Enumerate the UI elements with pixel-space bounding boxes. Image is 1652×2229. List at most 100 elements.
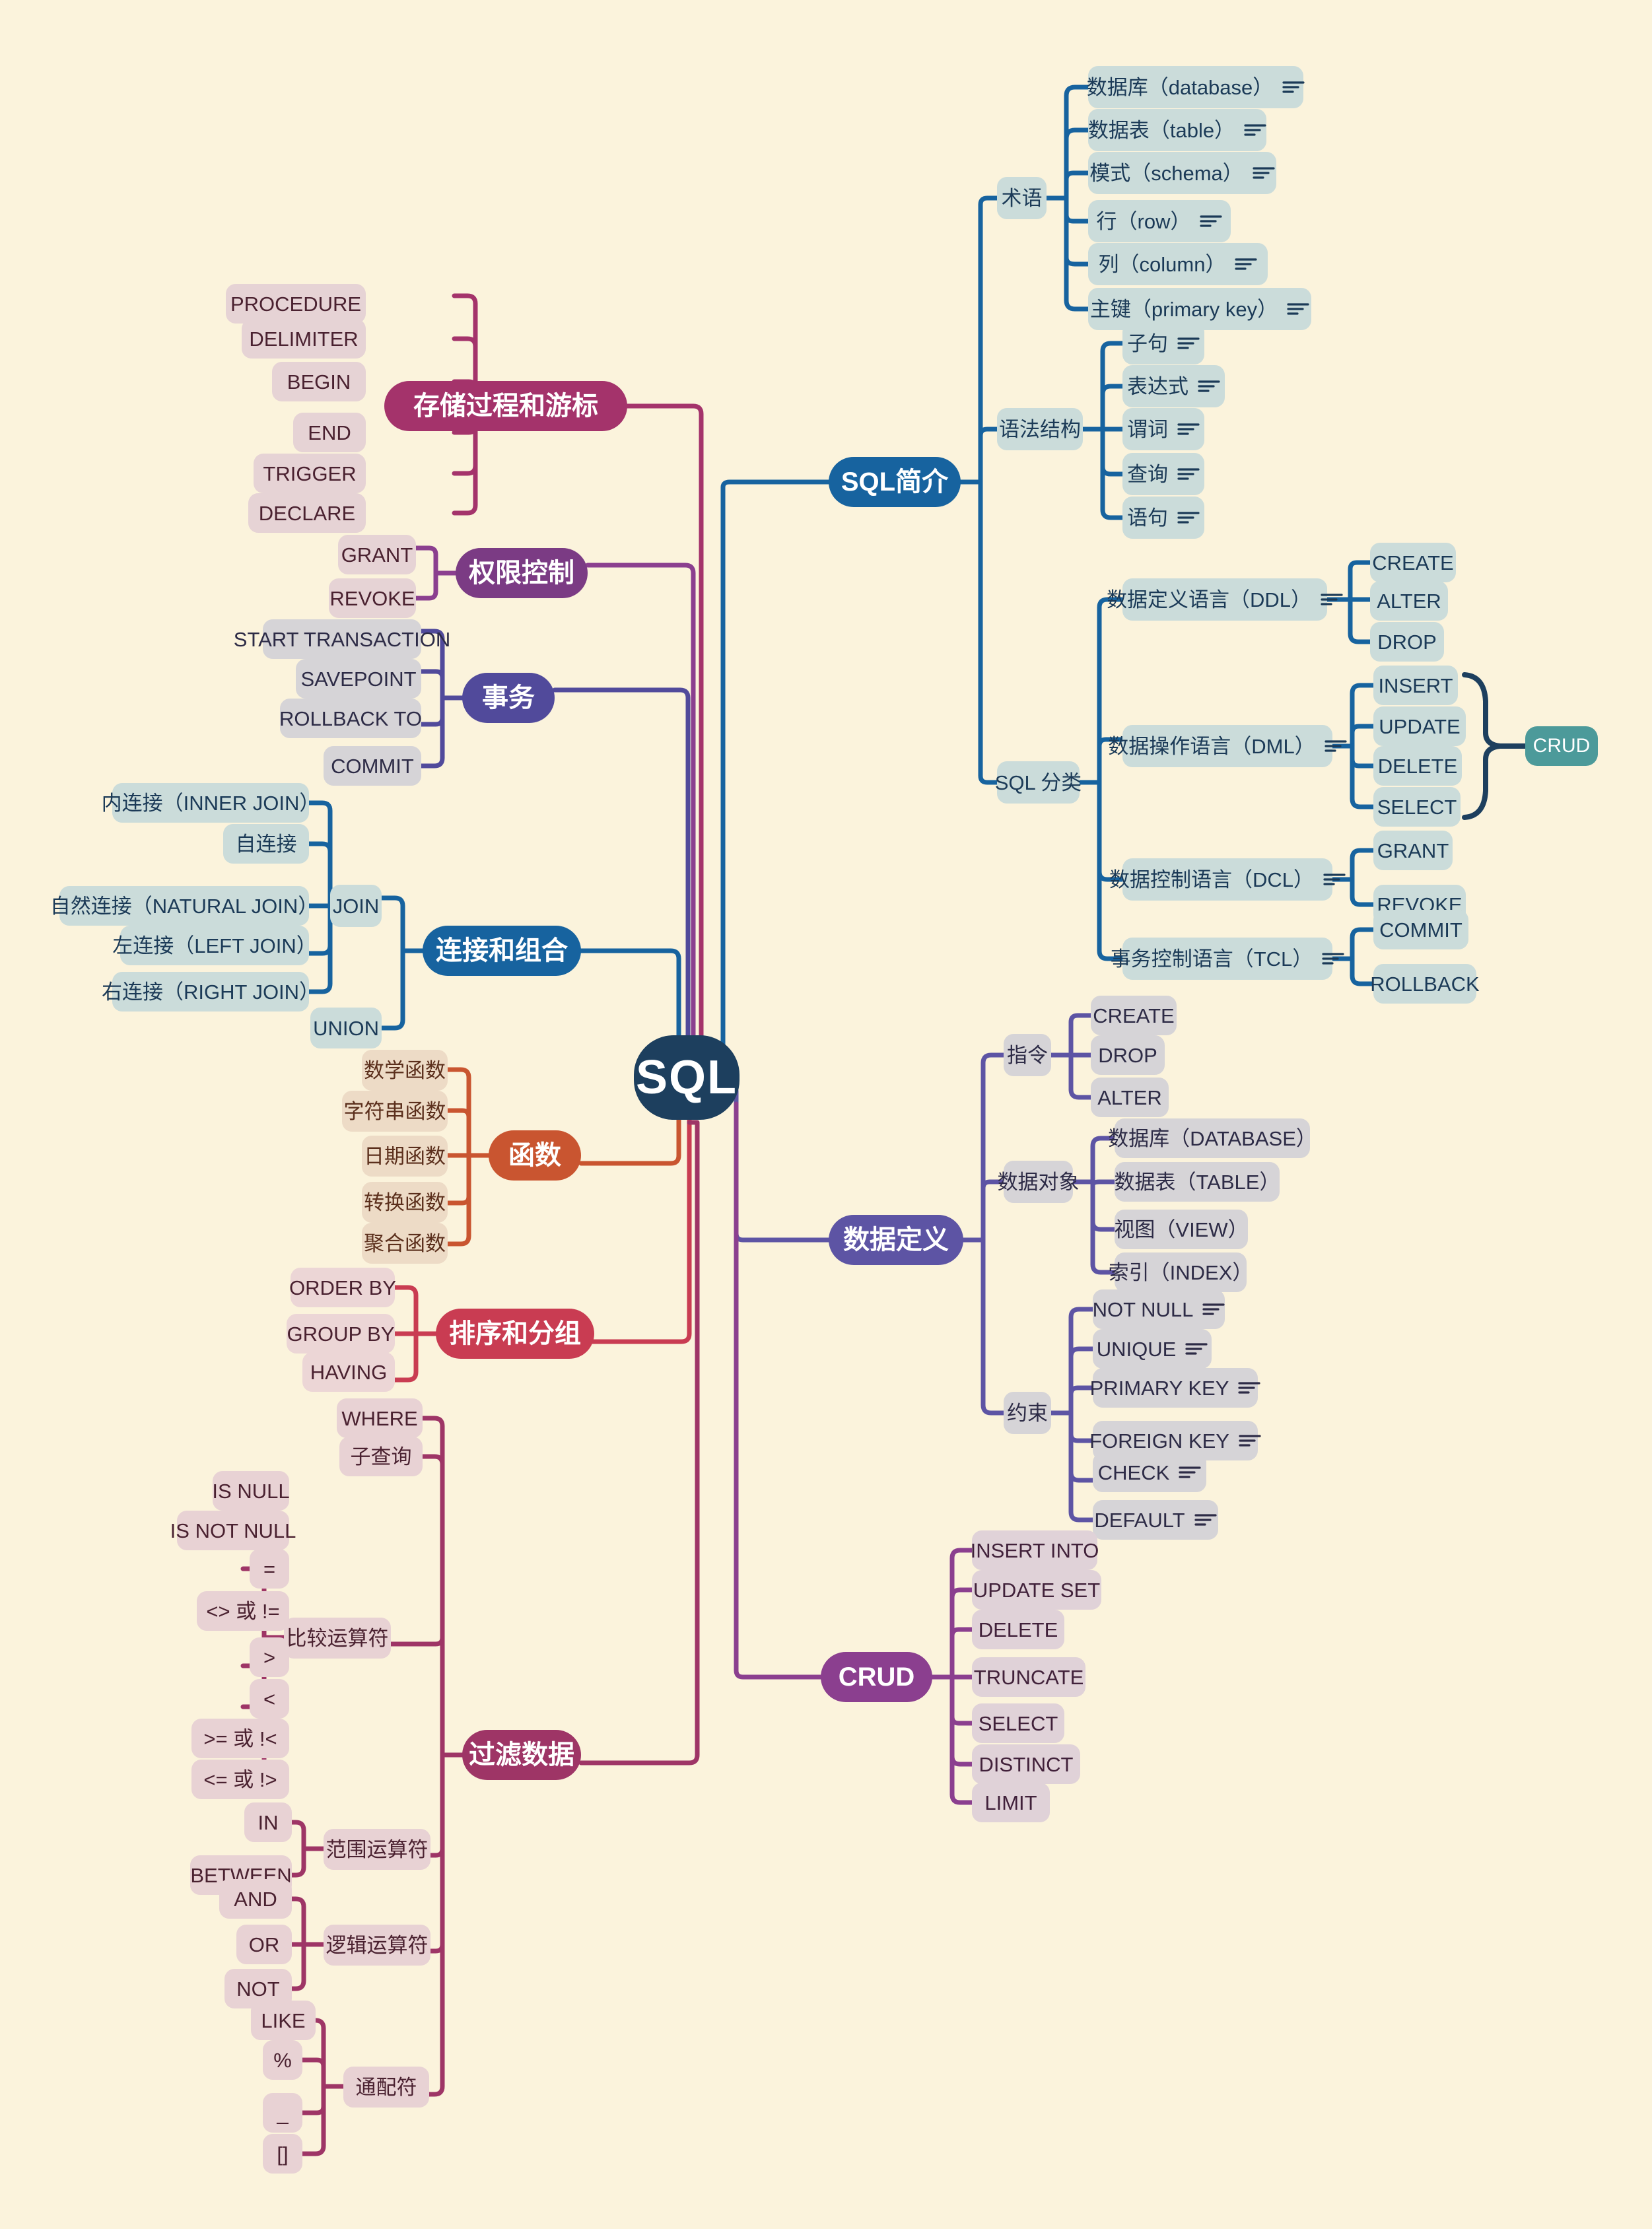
leaf-greater-equals[interactable]: >= 或 !< bbox=[191, 1719, 289, 1758]
leaf-convert-functions[interactable]: 转换函数 bbox=[362, 1182, 448, 1223]
leaf-ddl-create[interactable]: CREATE bbox=[1370, 543, 1456, 582]
leaf-end[interactable]: END bbox=[293, 413, 366, 452]
leaf-check[interactable]: CHECK bbox=[1093, 1453, 1206, 1492]
leaf-ddl-alter[interactable]: ALTER bbox=[1370, 581, 1448, 621]
leaf-less-equals[interactable]: <= 或 !> bbox=[191, 1760, 289, 1799]
branch-stored-procedure[interactable]: 存储过程和游标 bbox=[384, 381, 627, 431]
leaf-ddl-drop[interactable]: DROP bbox=[1370, 622, 1444, 662]
leaf-greater-than[interactable]: > bbox=[250, 1637, 289, 1677]
leaf-is-null[interactable]: IS NULL bbox=[212, 1471, 290, 1511]
leaf-string-functions[interactable]: 字符串函数 bbox=[342, 1091, 448, 1132]
leaf-less-than[interactable]: < bbox=[250, 1679, 289, 1719]
leaf-declare[interactable]: DECLARE bbox=[248, 493, 366, 533]
leaf-is-not-null[interactable]: IS NOT NULL bbox=[170, 1511, 296, 1550]
leaf-begin[interactable]: BEGIN bbox=[272, 362, 366, 401]
leaf-distinct[interactable]: DISTINCT bbox=[972, 1744, 1080, 1784]
node-comparison-operators[interactable]: 比较运算符 bbox=[284, 1618, 391, 1659]
leaf-grant[interactable]: GRANT bbox=[338, 535, 416, 574]
leaf-expression[interactable]: 表达式 bbox=[1122, 365, 1225, 407]
leaf-equals[interactable]: = bbox=[250, 1549, 289, 1589]
branch-join-union[interactable]: 连接和组合 bbox=[423, 926, 581, 976]
node-union[interactable]: UNION bbox=[310, 1008, 382, 1048]
node-data-objects[interactable]: 数据对象 bbox=[998, 1161, 1080, 1203]
leaf-order-by[interactable]: ORDER BY bbox=[289, 1268, 396, 1307]
leaf-obj-database[interactable]: 数据库（DATABASE） bbox=[1108, 1118, 1317, 1158]
badge-crud[interactable]: CRUD bbox=[1525, 726, 1598, 766]
leaf-not-equals[interactable]: <> 或 != bbox=[197, 1591, 289, 1631]
leaf-percent[interactable]: % bbox=[263, 2040, 302, 2080]
leaf-having[interactable]: HAVING bbox=[302, 1352, 395, 1392]
node-ddl[interactable]: 数据定义语言（DDL） bbox=[1107, 578, 1343, 621]
leaf-cmd-create[interactable]: CREATE bbox=[1091, 996, 1177, 1035]
leaf-trigger[interactable]: TRIGGER bbox=[254, 454, 366, 493]
node-sql-categories[interactable]: SQL 分类 bbox=[995, 761, 1082, 804]
leaf-underscore[interactable]: _ bbox=[263, 2093, 302, 2133]
leaf-natural-join[interactable]: 自然连接（NATURAL JOIN） bbox=[50, 886, 318, 926]
leaf-schema[interactable]: 模式（schema） bbox=[1088, 152, 1276, 194]
leaf-dcl-grant[interactable]: GRANT bbox=[1373, 831, 1453, 870]
leaf-unique[interactable]: UNIQUE bbox=[1093, 1329, 1212, 1369]
leaf-limit[interactable]: LIMIT bbox=[972, 1783, 1050, 1822]
node-dcl[interactable]: 数据控制语言（DCL） bbox=[1109, 858, 1346, 901]
leaf-revoke[interactable]: REVOKE bbox=[329, 578, 416, 618]
branch-order-group[interactable]: 排序和分组 bbox=[436, 1309, 594, 1359]
leaf-obj-view[interactable]: 视图（VIEW） bbox=[1114, 1210, 1249, 1249]
leaf-date-functions[interactable]: 日期函数 bbox=[362, 1136, 448, 1177]
leaf-group-by[interactable]: GROUP BY bbox=[287, 1314, 395, 1354]
node-wildcards[interactable]: 通配符 bbox=[343, 2067, 429, 2108]
leaf-clause[interactable]: 子句 bbox=[1122, 322, 1204, 364]
leaf-insert-into[interactable]: INSERT INTO bbox=[971, 1530, 1099, 1570]
node-terminology[interactable]: 术语 bbox=[997, 177, 1047, 219]
leaf-left-join[interactable]: 左连接（LEFT JOIN） bbox=[112, 926, 317, 965]
leaf-dml-delete[interactable]: DELETE bbox=[1373, 746, 1462, 786]
leaf-table[interactable]: 数据表（table） bbox=[1088, 109, 1266, 151]
leaf-database[interactable]: 数据库（database） bbox=[1087, 66, 1305, 108]
leaf-self-join[interactable]: 自连接 bbox=[223, 824, 309, 864]
leaf-in[interactable]: IN bbox=[244, 1802, 292, 1842]
branch-sql-intro[interactable]: SQL简介 bbox=[829, 457, 961, 507]
root-node-sql[interactable]: SQL bbox=[634, 1035, 740, 1120]
node-commands[interactable]: 指令 bbox=[1004, 1034, 1051, 1076]
leaf-cmd-alter[interactable]: ALTER bbox=[1091, 1078, 1169, 1117]
leaf-procedure[interactable]: PROCEDURE bbox=[226, 284, 366, 324]
leaf-dml-select[interactable]: SELECT bbox=[1373, 787, 1461, 827]
leaf-tcl-commit[interactable]: COMMIT bbox=[1373, 910, 1468, 949]
leaf-column[interactable]: 列（column） bbox=[1088, 243, 1268, 285]
leaf-where[interactable]: WHERE bbox=[337, 1398, 423, 1438]
leaf-commit[interactable]: COMMIT bbox=[324, 746, 421, 786]
leaf-update-set[interactable]: UPDATE SET bbox=[972, 1570, 1101, 1610]
leaf-dml-insert[interactable]: INSERT bbox=[1373, 666, 1458, 705]
leaf-predicate[interactable]: 谓词 bbox=[1122, 408, 1204, 450]
branch-transaction[interactable]: 事务 bbox=[462, 673, 555, 723]
leaf-query[interactable]: 查询 bbox=[1122, 453, 1204, 495]
leaf-math-functions[interactable]: 数学函数 bbox=[362, 1050, 448, 1091]
leaf-primary-key-constraint[interactable]: PRIMARY KEY bbox=[1090, 1368, 1260, 1408]
leaf-savepoint[interactable]: SAVEPOINT bbox=[296, 659, 421, 699]
branch-functions[interactable]: 函数 bbox=[489, 1130, 581, 1181]
leaf-default[interactable]: DEFAULT bbox=[1093, 1500, 1218, 1540]
leaf-not-null[interactable]: NOT NULL bbox=[1093, 1289, 1225, 1329]
node-join[interactable]: JOIN bbox=[330, 885, 382, 927]
leaf-dml-update[interactable]: UPDATE bbox=[1373, 706, 1466, 746]
leaf-and[interactable]: AND bbox=[219, 1879, 292, 1919]
leaf-obj-table[interactable]: 数据表（TABLE） bbox=[1115, 1162, 1280, 1202]
leaf-statement[interactable]: 语句 bbox=[1122, 497, 1204, 539]
branch-data-definition[interactable]: 数据定义 bbox=[829, 1215, 963, 1265]
leaf-row[interactable]: 行（row） bbox=[1088, 200, 1231, 242]
node-syntax-structure[interactable]: 语法结构 bbox=[997, 408, 1083, 450]
node-constraints[interactable]: 约束 bbox=[1004, 1392, 1051, 1434]
branch-filter[interactable]: 过滤数据 bbox=[462, 1730, 581, 1780]
leaf-delimiter[interactable]: DELIMITER bbox=[242, 319, 366, 359]
leaf-right-join[interactable]: 右连接（RIGHT JOIN） bbox=[102, 972, 320, 1012]
leaf-obj-index[interactable]: 索引（INDEX） bbox=[1109, 1252, 1253, 1292]
leaf-or[interactable]: OR bbox=[236, 1925, 292, 1964]
leaf-rollback-to[interactable]: ROLLBACK TO bbox=[279, 699, 422, 738]
branch-crud[interactable]: CRUD bbox=[821, 1652, 932, 1702]
leaf-subquery[interactable]: 子查询 bbox=[339, 1437, 423, 1476]
branch-privileges[interactable]: 权限控制 bbox=[456, 548, 588, 598]
node-dml[interactable]: 数据操作语言（DML） bbox=[1108, 725, 1347, 767]
node-logical-operators[interactable]: 逻辑运算符 bbox=[324, 1925, 430, 1966]
leaf-brackets[interactable]: [] bbox=[263, 2134, 302, 2174]
leaf-delete[interactable]: DELETE bbox=[972, 1610, 1064, 1649]
node-range-operators[interactable]: 范围运算符 bbox=[324, 1829, 430, 1870]
